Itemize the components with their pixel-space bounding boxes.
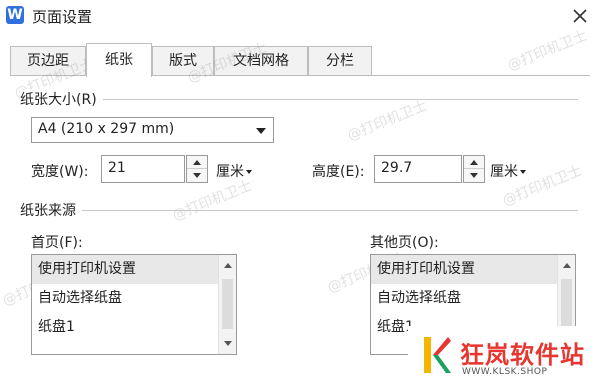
first-page-listbox[interactable]: 使用打印机设置 自动选择纸盘 纸盘1 xyxy=(31,254,237,355)
scroll-up-icon[interactable] xyxy=(224,263,232,268)
first-page-label: 首页(F): xyxy=(31,235,83,251)
tab-columns[interactable]: 分栏 xyxy=(308,46,372,76)
width-unit-label: 厘米 xyxy=(216,164,244,180)
width-value: 21 xyxy=(108,160,126,176)
width-unit[interactable]: 厘米 xyxy=(216,161,252,181)
width-step-up[interactable] xyxy=(187,156,207,169)
height-stepper[interactable] xyxy=(463,155,485,183)
tab-strip: 页边距 纸张 版式 文档网格 分栏 xyxy=(10,43,590,77)
chevron-up-icon xyxy=(470,160,478,165)
paper-source-group-line xyxy=(20,210,578,211)
app-icon: W xyxy=(6,6,24,24)
height-unit[interactable]: 厘米 xyxy=(490,161,526,181)
paper-size-value: A4 (210 x 297 mm) xyxy=(38,121,175,137)
window-title: 页面设置 xyxy=(32,8,93,26)
chevron-up-icon xyxy=(193,160,201,165)
other-pages-label: 其他页(O): xyxy=(370,235,439,251)
caret-down-icon xyxy=(520,170,526,174)
list-item[interactable]: 纸盘1 xyxy=(32,313,218,342)
paper-source-group-title: 纸张来源 xyxy=(20,200,82,220)
caret-down-icon xyxy=(246,170,252,174)
brand-logo: 狂岚软件站 WWW.KLSK.SHOP xyxy=(408,326,600,385)
brand-name: 狂岚软件站 xyxy=(460,341,585,369)
height-step-down[interactable] xyxy=(464,169,484,182)
list-item[interactable]: 使用打印机设置 xyxy=(371,255,557,284)
height-step-up[interactable] xyxy=(464,156,484,169)
height-input[interactable]: 29.7 xyxy=(374,155,462,183)
scroll-thumb[interactable] xyxy=(561,279,572,329)
scroll-thumb[interactable] xyxy=(222,279,233,329)
paper-size-group-title: 纸张大小(R) xyxy=(20,89,103,109)
list-item[interactable]: 自动选择纸盘 xyxy=(371,284,557,313)
paper-size-select[interactable]: A4 (210 x 297 mm) xyxy=(31,117,274,143)
k-logo-icon xyxy=(424,337,451,373)
title-bar: W 页面设置 xyxy=(0,0,600,34)
list-item[interactable]: 自动选择纸盘 xyxy=(32,284,218,313)
scroll-down-icon[interactable] xyxy=(224,341,232,346)
height-unit-label: 厘米 xyxy=(490,164,518,180)
width-input[interactable]: 21 xyxy=(101,155,185,183)
width-stepper[interactable] xyxy=(186,155,208,183)
tab-paper[interactable]: 纸张 xyxy=(86,43,152,77)
chevron-down-icon xyxy=(193,173,201,178)
brand-url: WWW.KLSK.SHOP xyxy=(462,367,548,377)
dropdown-arrow-icon xyxy=(256,128,266,134)
height-value: 29.7 xyxy=(381,160,413,176)
width-label: 宽度(W): xyxy=(31,164,89,180)
width-step-down[interactable] xyxy=(187,169,207,182)
chevron-down-icon xyxy=(470,173,478,178)
height-label: 高度(E): xyxy=(312,164,365,180)
first-page-scrollbar[interactable] xyxy=(218,255,236,354)
list-item[interactable]: 使用打印机设置 xyxy=(32,255,218,284)
scroll-up-icon[interactable] xyxy=(563,263,571,268)
paper-size-group-line xyxy=(20,99,578,100)
